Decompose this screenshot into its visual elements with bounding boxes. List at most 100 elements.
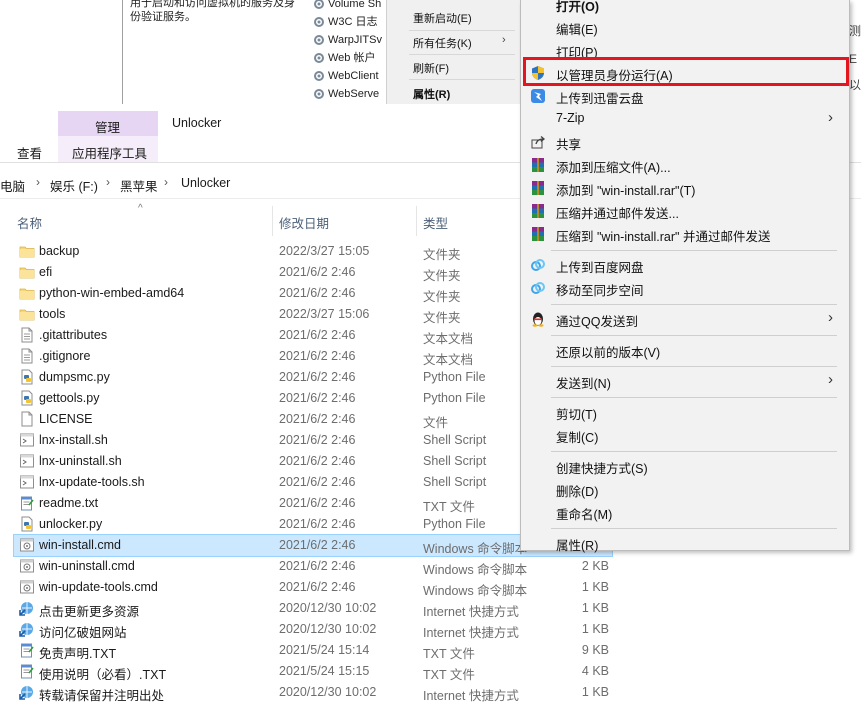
service-item[interactable]: W3C 日志 [313, 13, 378, 31]
file-date: 2021/5/24 15:14 [279, 643, 370, 657]
menu-separator [551, 528, 837, 529]
file-type: Shell Script [423, 433, 487, 447]
service-item[interactable]: WarpJITSv [313, 31, 382, 49]
breadcrumb-item[interactable]: 黑苹果 [120, 176, 158, 195]
notepad-file-icon [19, 663, 35, 679]
file-name: win-uninstall.cmd [39, 559, 135, 573]
menu-separator [551, 366, 837, 367]
context-menu-item[interactable]: 通过QQ发送到 › [521, 308, 849, 330]
context-menu-item-label: 创建快捷方式(S) [556, 462, 648, 476]
file-type: 文件夹 [423, 311, 461, 325]
column-header-date[interactable]: 修改日期 [279, 213, 329, 232]
breadcrumb-item[interactable]: 电脑 [0, 176, 25, 195]
file-type: 文件 [423, 416, 449, 430]
file-date: 2021/5/24 15:15 [279, 664, 370, 678]
file-row[interactable]: 转载请保留并注明出处 2020/12/30 10:02 Internet 快捷方式 1… [14, 682, 612, 703]
file-name: unlocker.py [39, 517, 103, 531]
service-item[interactable]: WebClient [313, 67, 379, 85]
thunder-cloud-icon [530, 88, 546, 104]
folder-icon [19, 243, 35, 259]
baidu-netdisk-icon [530, 280, 546, 296]
context-menu-item[interactable]: 剪切(T) [521, 401, 849, 423]
breadcrumb-item[interactable]: 娱乐 (F:) [50, 176, 98, 195]
context-menu-item[interactable]: 复制(C) [521, 424, 849, 446]
context-menu-item[interactable]: 添加到 "win-install.rar"(T) [521, 177, 849, 199]
column-divider[interactable] [416, 206, 417, 236]
notepad-file-icon [19, 495, 35, 511]
file-date: 2021/6/2 2:46 [279, 580, 356, 594]
all-tasks-menu-item[interactable]: 所有任务(K) [413, 35, 472, 51]
chevron-right-icon[interactable]: › [164, 175, 168, 189]
file-date: 2020/12/30 10:02 [279, 685, 377, 699]
column-divider[interactable] [272, 206, 273, 236]
file-date: 2021/6/2 2:46 [279, 517, 356, 531]
context-menu-item-label: 重命名(M) [556, 508, 613, 522]
window-title: Unlocker [172, 116, 222, 130]
file-date: 2022/3/27 15:06 [279, 307, 370, 321]
file-type: Windows 命令脚本 [423, 563, 528, 577]
cmd-file-icon [19, 537, 35, 553]
context-menu-item[interactable]: 属性(R) [521, 532, 849, 554]
context-menu-item[interactable]: 重命名(M) [521, 501, 849, 523]
service-item-label: Web 帐户 [328, 52, 376, 64]
file-row[interactable]: win-uninstall.cmd 2021/6/2 2:46 Windows 命令… [14, 556, 612, 577]
service-item[interactable]: Web 帐户 [313, 49, 375, 67]
text-file-icon [19, 327, 35, 343]
context-menu-item[interactable]: 共享 [521, 131, 849, 153]
chevron-right-icon: › [828, 309, 833, 326]
file-date: 2021/6/2 2:46 [279, 370, 356, 384]
internet-shortcut-icon [19, 621, 35, 637]
context-menu-item[interactable]: 打开(O) [521, 0, 849, 15]
chevron-right-icon[interactable]: › [106, 175, 110, 189]
file-name: efi [39, 265, 53, 279]
context-menu-item-label: 删除(D) [556, 485, 599, 499]
breadcrumb-item[interactable]: Unlocker [181, 176, 230, 190]
tab-view[interactable]: 查看 [17, 143, 42, 162]
file-date: 2021/6/2 2:46 [279, 391, 356, 405]
menu-separator [409, 30, 515, 31]
file-date: 2021/6/2 2:46 [279, 265, 356, 279]
file-type: 文件夹 [423, 248, 461, 262]
context-menu-item[interactable]: 还原以前的版本(V) [521, 339, 849, 361]
file-date: 2021/6/2 2:46 [279, 433, 356, 447]
restart-menu-item[interactable]: 重新启动(E) [413, 10, 472, 26]
context-menu-item[interactable]: 压缩到 "win-install.rar" 并通过邮件发送 [521, 223, 849, 245]
context-menu-item[interactable]: 编辑(E) [521, 16, 849, 38]
context-menu-item-label: 通过QQ发送到 [556, 315, 638, 329]
context-menu-item-label: 添加到 "win-install.rar"(T) [556, 184, 696, 198]
context-menu-item[interactable]: 移动至同步空间 [521, 277, 849, 299]
service-item[interactable]: WebServe [313, 85, 379, 103]
file-row[interactable]: win-update-tools.cmd 2021/6/2 2:46 Windows… [14, 577, 612, 598]
context-menu-item[interactable]: 压缩并通过邮件发送... [521, 200, 849, 222]
file-name: 免责声明.TXT [39, 647, 117, 661]
file-name: 转载请保留并注明出处 [39, 689, 165, 703]
chevron-right-icon[interactable]: › [36, 175, 40, 189]
context-menu-item[interactable]: 上传到百度网盘 [521, 254, 849, 276]
menu-separator [409, 79, 515, 80]
context-menu-item[interactable]: 删除(D) [521, 478, 849, 500]
file-row[interactable]: 访问亿破姐网站 2020/12/30 10:02 Internet 快捷方式 1 KB [14, 619, 612, 640]
file-date: 2020/12/30 10:02 [279, 601, 377, 615]
column-header-type[interactable]: 类型 [423, 213, 448, 232]
file-row[interactable]: 免责声明.TXT 2021/5/24 15:14 TXT 文件 9 KB [14, 640, 612, 661]
context-menu-item[interactable]: 创建快捷方式(S) [521, 455, 849, 477]
file-size: 1 KB [581, 580, 609, 594]
context-menu-item[interactable]: 发送到(N) › [521, 370, 849, 392]
refresh-menu-item[interactable]: 刷新(F) [413, 60, 449, 76]
context-menu-item[interactable]: 上传到迅雷云盘 [521, 85, 849, 107]
service-item-label: WarpJITSv [328, 34, 382, 46]
service-item[interactable]: Volume Sh [313, 0, 381, 13]
gear-icon [314, 35, 324, 45]
file-date: 2022/3/27 15:05 [279, 244, 370, 258]
file-name: .gitattributes [39, 328, 108, 342]
context-menu-item[interactable]: 添加到压缩文件(A)... [521, 154, 849, 176]
file-row[interactable]: 点击更新更多资源 2020/12/30 10:02 Internet 快捷方式 1 K… [14, 598, 612, 619]
context-menu-item[interactable]: 7-Zip › [521, 108, 849, 130]
properties-menu-item[interactable]: 属性(R) [413, 86, 450, 102]
menu-separator [551, 451, 837, 452]
script-file-icon [19, 474, 35, 490]
file-type: TXT 文件 [423, 647, 475, 661]
column-header-name[interactable]: 名称 [17, 213, 42, 232]
file-date: 2021/6/2 2:46 [279, 412, 356, 426]
file-row[interactable]: 使用说明（必看）.TXT 2021/5/24 15:15 TXT 文件 4 KB [14, 661, 612, 682]
